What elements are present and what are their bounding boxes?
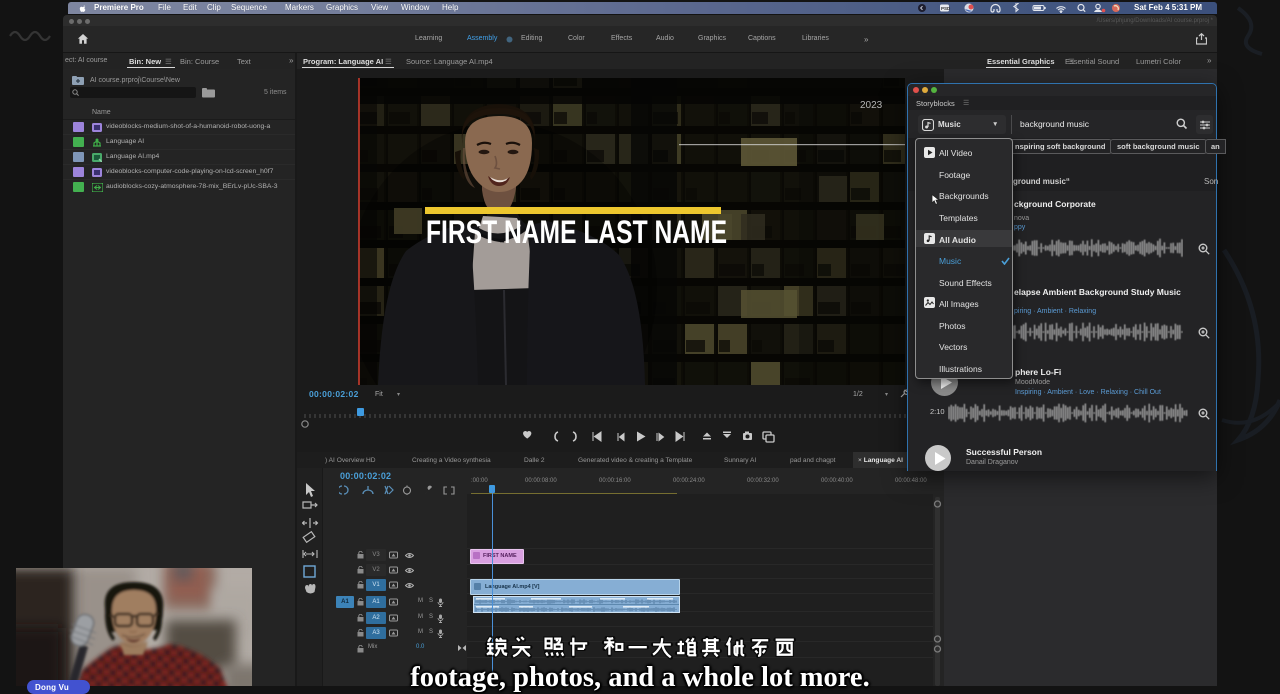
svg-text:PSD: PSD (941, 6, 951, 11)
svg-text:T: T (304, 601, 311, 602)
svg-text:2023: 2023 (860, 100, 883, 111)
svg-text:FIRST NAME LAST NAME: FIRST NAME LAST NAME (426, 214, 727, 250)
